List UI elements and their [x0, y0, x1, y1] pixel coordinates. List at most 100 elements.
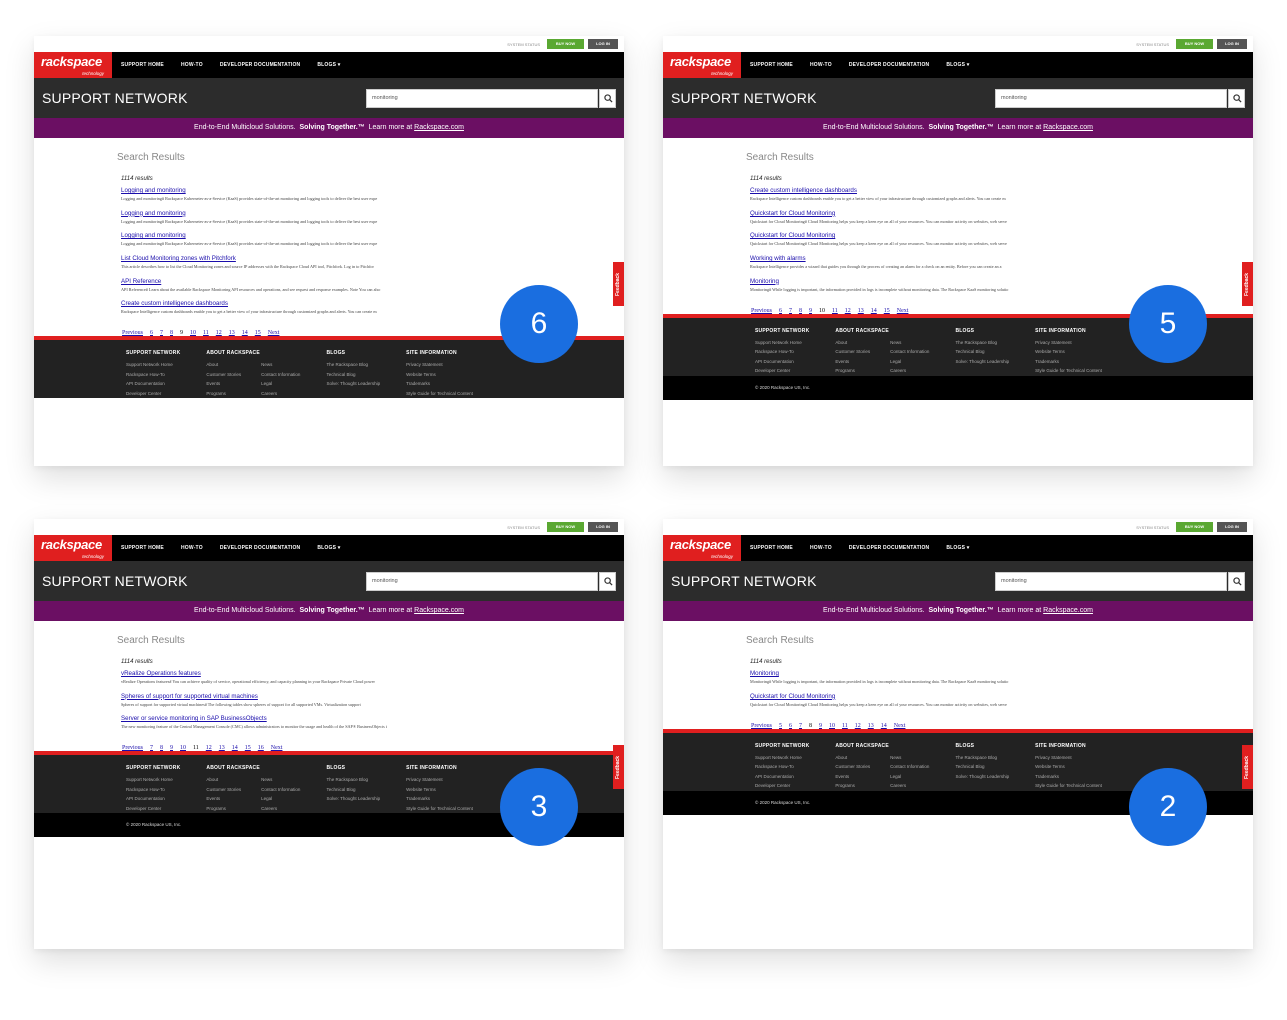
- buy-now-button[interactable]: BUY NOW: [1176, 39, 1213, 49]
- buy-now-button[interactable]: BUY NOW: [547, 39, 584, 49]
- footer-link[interactable]: Legal: [890, 772, 929, 782]
- footer-link[interactable]: Programs: [206, 804, 241, 814]
- buy-now-button[interactable]: BUY NOW: [1176, 522, 1213, 532]
- footer-link[interactable]: Programs: [835, 781, 870, 791]
- pagination-page-link[interactable]: 7: [789, 308, 792, 314]
- nav-support-home[interactable]: SUPPORT HOME: [121, 545, 164, 551]
- footer-link[interactable]: Support Network Home: [126, 775, 180, 785]
- log-in-button[interactable]: LOG IN: [1217, 522, 1247, 532]
- pagination-page-link[interactable]: 8: [170, 330, 173, 336]
- footer-link[interactable]: Careers: [890, 781, 929, 791]
- footer-link[interactable]: Privacy Statement: [406, 775, 473, 785]
- footer-link[interactable]: Customer Stories: [206, 370, 241, 380]
- footer-link[interactable]: Customer Stories: [835, 347, 870, 357]
- footer-link[interactable]: Privacy Statement: [1035, 338, 1102, 348]
- footer-link[interactable]: Programs: [835, 366, 870, 376]
- search-input[interactable]: monitoring: [995, 571, 1227, 591]
- pagination-previous[interactable]: Previous: [122, 330, 143, 336]
- footer-link[interactable]: News: [890, 338, 929, 348]
- footer-link[interactable]: Privacy Statement: [1035, 753, 1102, 763]
- promo-link[interactable]: Rackspace.com: [414, 607, 464, 614]
- footer-link[interactable]: Legal: [890, 357, 929, 367]
- nav-developer-docs[interactable]: DEVELOPER DOCUMENTATION: [220, 62, 301, 68]
- pagination-page-link[interactable]: 6: [789, 723, 792, 729]
- feedback-tab[interactable]: Feedback: [1242, 745, 1253, 789]
- pagination-page-link[interactable]: 14: [871, 308, 877, 314]
- footer-link[interactable]: Contact Information: [261, 785, 300, 795]
- feedback-tab[interactable]: Feedback: [613, 262, 624, 306]
- search-input[interactable]: monitoring: [366, 571, 598, 591]
- nav-support-home[interactable]: SUPPORT HOME: [750, 62, 793, 68]
- footer-link[interactable]: Rackspace How-To: [126, 785, 180, 795]
- footer-link[interactable]: Support Network Home: [755, 338, 809, 348]
- footer-link[interactable]: Website Terms: [1035, 762, 1102, 772]
- footer-link[interactable]: The Rackspace Blog: [326, 360, 380, 370]
- result-title-link[interactable]: Spheres of support for supported virtual…: [121, 693, 624, 700]
- system-status-link[interactable]: SYSTEM STATUS: [1136, 525, 1169, 530]
- promo-link[interactable]: Rackspace.com: [1043, 124, 1093, 131]
- pagination-page-link[interactable]: 9: [170, 745, 173, 751]
- footer-link[interactable]: News: [890, 753, 929, 763]
- pagination-page-link[interactable]: 10: [180, 745, 186, 751]
- pagination-page-link[interactable]: 11: [203, 330, 209, 336]
- footer-link[interactable]: Solve: Thought Leadership: [326, 379, 380, 389]
- pagination-page-link[interactable]: 16: [258, 745, 264, 751]
- pagination-next[interactable]: Next: [268, 330, 280, 336]
- footer-link[interactable]: Customer Stories: [206, 785, 241, 795]
- footer-link[interactable]: Trademarks: [1035, 357, 1102, 367]
- nav-blogs[interactable]: BLOGS ▾: [317, 545, 340, 551]
- footer-link[interactable]: Trademarks: [406, 794, 473, 804]
- pagination-page-link[interactable]: 9: [809, 308, 812, 314]
- footer-link[interactable]: API Documentation: [755, 772, 809, 782]
- pagination-page-link[interactable]: 13: [229, 330, 235, 336]
- footer-link[interactable]: Style Guide for Technical Content: [1035, 366, 1102, 376]
- footer-link[interactable]: Style Guide for Technical Content: [1035, 781, 1102, 791]
- result-title-link[interactable]: Logging and monitoring: [121, 232, 624, 239]
- search-button[interactable]: [1228, 88, 1245, 108]
- result-title-link[interactable]: Create custom intelligence dashboards: [750, 187, 1253, 194]
- nav-how-to[interactable]: HOW-TO: [810, 545, 832, 551]
- footer-link[interactable]: API Documentation: [755, 357, 809, 367]
- footer-link[interactable]: Support Network Home: [755, 753, 809, 763]
- footer-link[interactable]: Events: [206, 379, 241, 389]
- pagination-page-link[interactable]: 8: [799, 308, 802, 314]
- result-title-link[interactable]: API Reference: [121, 278, 624, 285]
- pagination-page-link[interactable]: 12: [206, 745, 212, 751]
- log-in-button[interactable]: LOG IN: [588, 522, 618, 532]
- search-input[interactable]: monitoring: [366, 88, 598, 108]
- footer-link[interactable]: Website Terms: [406, 370, 473, 380]
- nav-developer-docs[interactable]: DEVELOPER DOCUMENTATION: [849, 545, 930, 551]
- footer-link[interactable]: Programs: [206, 389, 241, 399]
- footer-link[interactable]: Events: [206, 794, 241, 804]
- pagination-next[interactable]: Next: [894, 723, 906, 729]
- system-status-link[interactable]: SYSTEM STATUS: [507, 525, 540, 530]
- footer-link[interactable]: API Documentation: [126, 379, 180, 389]
- pagination-page-link[interactable]: 11: [832, 308, 838, 314]
- footer-link[interactable]: Developer Center: [126, 389, 180, 399]
- pagination-next[interactable]: Next: [897, 308, 909, 314]
- pagination-page-link[interactable]: 15: [255, 330, 261, 336]
- pagination-page-link[interactable]: 14: [242, 330, 248, 336]
- search-input[interactable]: monitoring: [995, 88, 1227, 108]
- footer-link[interactable]: Rackspace How-To: [755, 347, 809, 357]
- footer-link[interactable]: Website Terms: [406, 785, 473, 795]
- footer-link[interactable]: Events: [835, 357, 870, 367]
- pagination-page-link[interactable]: 8: [160, 745, 163, 751]
- pagination-page-link[interactable]: 14: [881, 723, 887, 729]
- footer-link[interactable]: Rackspace How-To: [755, 762, 809, 772]
- pagination-page-link[interactable]: 15: [245, 745, 251, 751]
- pagination-page-link[interactable]: 13: [858, 308, 864, 314]
- nav-how-to[interactable]: HOW-TO: [181, 62, 203, 68]
- nav-how-to[interactable]: HOW-TO: [181, 545, 203, 551]
- result-title-link[interactable]: Working with alarms: [750, 255, 1253, 262]
- footer-link[interactable]: The Rackspace Blog: [326, 775, 380, 785]
- search-button[interactable]: [1228, 571, 1245, 591]
- footer-link[interactable]: Trademarks: [1035, 772, 1102, 782]
- footer-link[interactable]: Style Guide for Technical Content: [406, 389, 473, 399]
- pagination-previous[interactable]: Previous: [122, 745, 143, 751]
- pagination-previous[interactable]: Previous: [751, 723, 772, 729]
- system-status-link[interactable]: SYSTEM STATUS: [507, 42, 540, 47]
- footer-link[interactable]: Developer Center: [126, 804, 180, 814]
- nav-blogs[interactable]: BLOGS ▾: [946, 545, 969, 551]
- pagination-page-link[interactable]: 12: [845, 308, 851, 314]
